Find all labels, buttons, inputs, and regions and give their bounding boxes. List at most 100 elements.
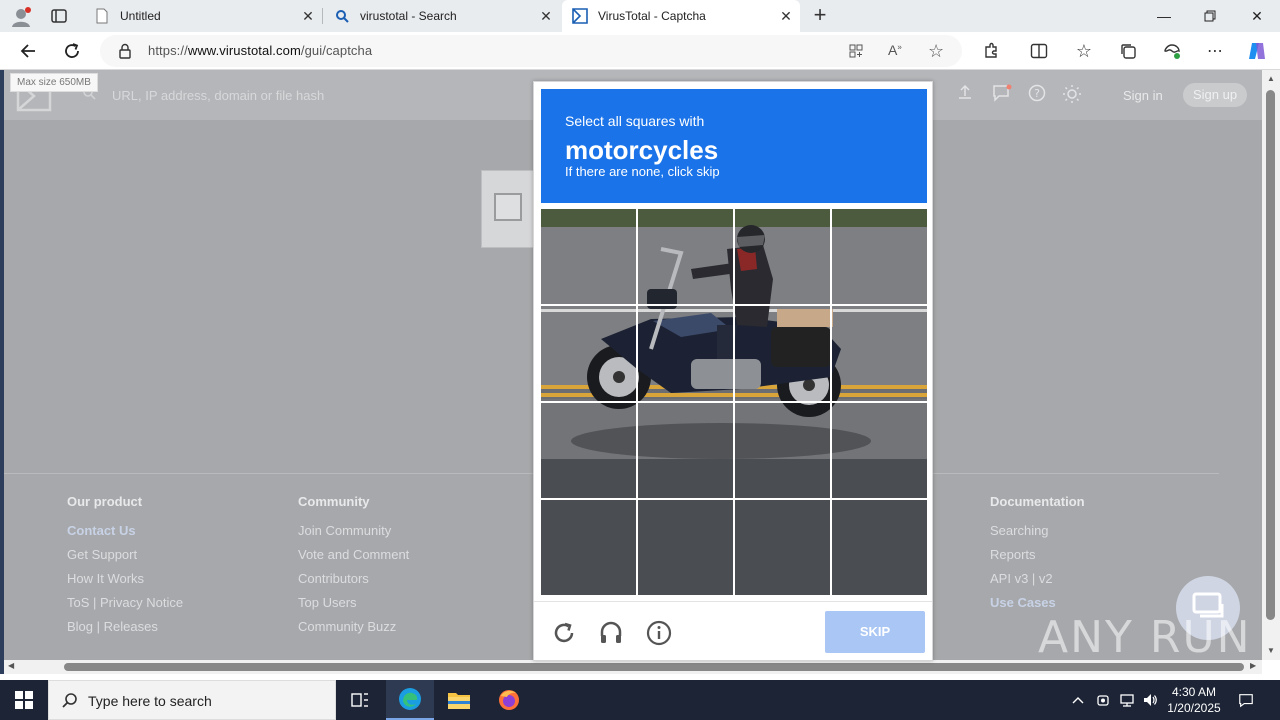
file-explorer-icon[interactable] <box>435 680 483 720</box>
virustotal-icon <box>572 8 588 24</box>
footer-heading: Our product <box>67 494 143 509</box>
recaptcha-challenge-dialog: Select all squares with motorcycles If t… <box>533 81 933 661</box>
refresh-button[interactable] <box>58 37 86 65</box>
scroll-left-icon[interactable]: ◀ <box>8 661 14 670</box>
extensions-icon[interactable] <box>977 37 1005 65</box>
maximize-button[interactable] <box>1187 0 1233 32</box>
challenge-footer-divider <box>534 601 932 602</box>
vertical-scroll-thumb[interactable] <box>1266 90 1275 620</box>
tab-virustotal-search[interactable]: virustotal - Search ✕ <box>324 0 560 32</box>
notification-center-icon[interactable] <box>1238 692 1254 708</box>
reload-icon[interactable] <box>549 618 579 648</box>
tab-title: VirusTotal - Captcha <box>598 9 706 23</box>
tab-title: Untitled <box>120 9 161 23</box>
more-options-icon[interactable]: ⋯ <box>1201 37 1229 65</box>
close-tab-icon[interactable]: ✕ <box>538 8 554 24</box>
split-screen-icon[interactable] <box>1025 37 1053 65</box>
footer-link[interactable]: ToS | Privacy Notice <box>67 596 183 620</box>
security-icon[interactable] <box>1095 692 1111 708</box>
taskbar-search-placeholder: Type here to search <box>88 693 212 709</box>
favorite-star-icon[interactable]: ☆ <box>928 41 944 62</box>
back-button[interactable] <box>14 37 42 65</box>
audio-challenge-icon[interactable] <box>596 618 626 648</box>
taskbar-search-box[interactable]: Type here to search <box>48 680 336 720</box>
collections-icon[interactable] <box>1114 37 1142 65</box>
network-icon[interactable] <box>1119 692 1135 708</box>
challenge-hint: If there are none, click skip <box>565 164 720 179</box>
url-text: https://www.virustotal.com/gui/captcha <box>148 43 372 58</box>
footer-heading: Community <box>298 494 370 509</box>
scroll-down-icon[interactable]: ▼ <box>1267 646 1275 655</box>
windows-taskbar: Type here to search 4:30 AM 1/20/2025 <box>0 680 1280 720</box>
footer-link[interactable]: Join Community <box>298 524 409 548</box>
footer-link[interactable]: Blog | Releases <box>67 620 183 644</box>
tab-strip: Untitled ✕ virustotal - Search ✕ VirusTo… <box>0 0 1280 32</box>
sign-in-link[interactable]: Sign in <box>1123 88 1163 103</box>
grid-line <box>541 401 927 403</box>
tab-virustotal-captcha[interactable]: VirusTotal - Captcha ✕ <box>562 0 800 32</box>
app-available-icon[interactable] <box>848 43 864 64</box>
grid-line <box>541 304 927 306</box>
recaptcha-checkbox-card <box>481 170 541 248</box>
volume-icon[interactable] <box>1142 692 1158 708</box>
footer-heading: Documentation <box>990 494 1085 509</box>
windows-start-icon[interactable] <box>0 680 48 720</box>
new-tab-button[interactable]: + <box>808 4 832 28</box>
help-icon[interactable]: ? <box>1028 84 1046 105</box>
close-tab-icon[interactable]: ✕ <box>300 8 316 24</box>
theme-toggle-icon[interactable] <box>1062 84 1082 107</box>
recaptcha-checkbox[interactable] <box>494 193 522 221</box>
notifications-icon[interactable] <box>992 84 1012 105</box>
max-size-tooltip: Max size 650MB <box>10 73 98 92</box>
footer-link[interactable]: API v3 | v2 <box>990 572 1085 596</box>
footer-link[interactable]: Contact Us <box>67 524 183 548</box>
read-aloud-icon[interactable]: A» <box>888 42 902 58</box>
challenge-image-grid[interactable] <box>541 209 927 595</box>
footer-column-product: Our product Contact Us Get Support How I… <box>67 494 183 644</box>
clock-time: 4:30 AM <box>1171 685 1217 699</box>
tab-title: virustotal - Search <box>360 9 457 23</box>
url-scheme: https:// <box>148 43 188 58</box>
upload-icon[interactable] <box>957 84 973 103</box>
footer-column-documentation: Documentation Searching Reports API v3 |… <box>990 494 1085 620</box>
footer-link[interactable]: Reports <box>990 548 1085 572</box>
search-icon <box>61 692 79 715</box>
address-bar[interactable]: https://www.virustotal.com/gui/captcha A… <box>100 35 962 67</box>
challenge-header: Select all squares with motorcycles If t… <box>541 89 927 203</box>
search-input[interactable]: URL, IP address, domain or file hash <box>112 88 324 103</box>
vertical-scrollbar[interactable]: ▲ ▼ <box>1262 70 1280 660</box>
minimize-button[interactable]: — <box>1141 0 1187 32</box>
edge-taskbar-icon[interactable] <box>386 680 434 720</box>
favorites-icon[interactable]: ☆ <box>1070 37 1098 65</box>
skip-button[interactable]: SKIP <box>825 611 925 653</box>
taskbar-clock[interactable]: 4:30 AM 1/20/2025 <box>1164 684 1224 716</box>
grid-line <box>541 498 927 500</box>
scroll-up-icon[interactable]: ▲ <box>1267 74 1275 83</box>
info-icon[interactable] <box>644 618 674 648</box>
browser-essentials-icon[interactable] <box>1158 37 1186 65</box>
firefox-icon[interactable] <box>485 680 533 720</box>
show-hidden-icons-icon[interactable] <box>1070 692 1086 708</box>
challenge-target: motorcycles <box>565 135 719 165</box>
close-tab-icon[interactable]: ✕ <box>778 8 794 24</box>
horizontal-scroll-thumb[interactable] <box>64 663 1244 671</box>
address-toolbar: https://www.virustotal.com/gui/captcha A… <box>0 32 1280 70</box>
sign-up-button[interactable]: Sign up <box>1183 83 1247 107</box>
svg-text:?: ? <box>1034 87 1040 100</box>
footer-link[interactable]: Community Buzz <box>298 620 409 644</box>
footer-link[interactable]: Get Support <box>67 548 183 572</box>
task-view-icon[interactable] <box>336 680 384 720</box>
footer-link[interactable]: Contributors <box>298 572 409 596</box>
footer-link[interactable]: How It Works <box>67 572 183 596</box>
footer-link[interactable]: Searching <box>990 524 1085 548</box>
footer-link[interactable]: Vote and Comment <box>298 548 409 572</box>
lock-icon[interactable] <box>118 43 132 64</box>
footer-link[interactable]: Top Users <box>298 596 409 620</box>
close-window-button[interactable]: ✕ <box>1234 0 1280 32</box>
tab-actions-icon[interactable] <box>50 8 68 24</box>
footer-column-community: Community Join Community Vote and Commen… <box>298 494 409 644</box>
profile-avatar-icon[interactable] <box>10 6 32 28</box>
copilot-icon[interactable] <box>1243 37 1271 65</box>
tab-untitled[interactable]: Untitled ✕ <box>84 0 322 32</box>
url-domain: www.virustotal.com <box>187 43 301 58</box>
